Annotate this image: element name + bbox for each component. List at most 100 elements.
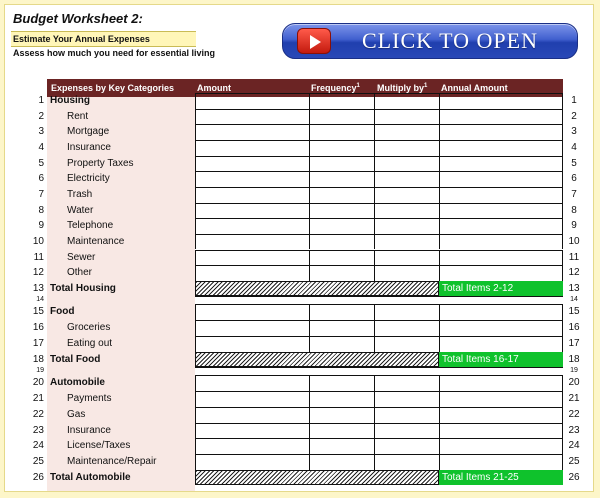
multiply-input[interactable]	[374, 108, 439, 125]
frequency-input[interactable]	[309, 249, 374, 266]
frequency-input[interactable]	[309, 233, 374, 250]
amount-input[interactable]	[195, 375, 309, 392]
annual-amount-cell	[439, 93, 563, 109]
multiply-input[interactable]	[374, 304, 439, 321]
column-header-amount: Amount	[197, 83, 231, 93]
table-row: 24 License/Taxes 24	[5, 438, 593, 454]
table-row: 10 Maintenance 10	[5, 233, 593, 250]
frequency-input[interactable]	[309, 422, 374, 439]
multiply-input[interactable]	[374, 336, 439, 352]
frequency-input[interactable]	[309, 336, 374, 352]
row-number: 15	[32, 306, 44, 318]
row-number: 16	[32, 322, 44, 334]
multiply-input[interactable]	[374, 124, 439, 140]
multiply-input[interactable]	[374, 454, 439, 470]
row-number: 8	[38, 204, 44, 216]
multiply-input[interactable]	[374, 139, 439, 156]
amount-input[interactable]	[195, 155, 309, 172]
row-number: 3	[38, 126, 44, 138]
multiply-input[interactable]	[374, 202, 439, 219]
table-row: 12 Other 12	[5, 265, 593, 281]
click-to-open-button[interactable]: CLICK TO OPEN	[282, 23, 578, 59]
multiply-input[interactable]	[374, 93, 439, 109]
amount-input[interactable]	[195, 407, 309, 423]
amount-input[interactable]	[195, 139, 309, 156]
total-label: Total Food	[50, 353, 101, 365]
frequency-input[interactable]	[309, 407, 374, 423]
row-number-right: 22	[568, 409, 580, 421]
amount-input[interactable]	[195, 336, 309, 352]
multiply-input[interactable]	[374, 218, 439, 234]
frequency-input[interactable]	[309, 320, 374, 337]
row-number: 19	[36, 367, 44, 375]
annual-amount-cell	[439, 438, 563, 454]
amount-input[interactable]	[195, 454, 309, 470]
multiply-input[interactable]	[374, 438, 439, 454]
frequency-input[interactable]	[309, 139, 374, 156]
amount-input[interactable]	[195, 108, 309, 125]
amount-input[interactable]	[195, 171, 309, 187]
frequency-input[interactable]	[309, 218, 374, 234]
amount-input[interactable]	[195, 320, 309, 337]
expense-label: Sewer	[67, 251, 96, 263]
frequency-input[interactable]	[309, 202, 374, 219]
multiply-input[interactable]	[374, 391, 439, 408]
multiply-input[interactable]	[374, 249, 439, 266]
amount-input[interactable]	[195, 265, 309, 281]
annual-amount-cell	[439, 108, 563, 125]
frequency-input[interactable]	[309, 108, 374, 125]
multiply-input[interactable]	[374, 265, 439, 281]
frequency-input[interactable]	[309, 93, 374, 109]
multiply-input[interactable]	[374, 375, 439, 392]
total-label: Total Automobile	[50, 471, 131, 483]
worksheet-description: Assess how much you need for essential l…	[13, 48, 216, 58]
multiply-input[interactable]	[374, 233, 439, 250]
frequency-input[interactable]	[309, 186, 374, 203]
row-number-right: 24	[568, 440, 580, 452]
amount-input[interactable]	[195, 391, 309, 408]
frequency-input[interactable]	[309, 265, 374, 281]
amount-input[interactable]	[195, 218, 309, 234]
amount-input[interactable]	[195, 304, 309, 321]
amount-input[interactable]	[195, 93, 309, 109]
frequency-input[interactable]	[309, 375, 374, 392]
amount-input[interactable]	[195, 233, 309, 250]
multiply-input[interactable]	[374, 171, 439, 187]
frequency-input[interactable]	[309, 155, 374, 172]
amount-input[interactable]	[195, 124, 309, 140]
column-header-category: Expenses by Key Categories	[51, 83, 175, 93]
expense-label: Maintenance	[67, 235, 125, 247]
amount-input[interactable]	[195, 202, 309, 219]
amount-input[interactable]	[195, 438, 309, 454]
frequency-input[interactable]	[309, 124, 374, 140]
frequency-text: Frequency	[311, 83, 357, 93]
annual-amount-cell	[439, 336, 563, 352]
frequency-input[interactable]	[309, 304, 374, 321]
annual-amount-cell	[439, 171, 563, 187]
multiply-input[interactable]	[374, 186, 439, 203]
multiply-input[interactable]	[374, 407, 439, 423]
annual-amount-cell	[439, 155, 563, 172]
multiply-footnote: 1	[424, 83, 428, 89]
multiply-input[interactable]	[374, 320, 439, 337]
row-number-right: 13	[568, 282, 580, 294]
row-number: 14	[36, 296, 44, 304]
frequency-input[interactable]	[309, 391, 374, 408]
amount-input[interactable]	[195, 422, 309, 439]
frequency-input[interactable]	[309, 171, 374, 187]
amount-input[interactable]	[195, 249, 309, 266]
annual-amount-cell	[439, 202, 563, 219]
row-number: 10	[32, 235, 44, 247]
section-label: Food	[50, 306, 75, 318]
row-number-right: 9	[571, 220, 577, 232]
multiply-input[interactable]	[374, 422, 439, 439]
row-number: 23	[32, 424, 44, 436]
row-number: 4	[38, 141, 44, 153]
amount-input[interactable]	[195, 186, 309, 203]
multiply-input[interactable]	[374, 155, 439, 172]
row-number-right: 16	[568, 322, 580, 334]
frequency-input[interactable]	[309, 438, 374, 454]
row-number: 7	[38, 188, 44, 200]
frequency-input[interactable]	[309, 454, 374, 470]
row-number-right: 8	[571, 204, 577, 216]
